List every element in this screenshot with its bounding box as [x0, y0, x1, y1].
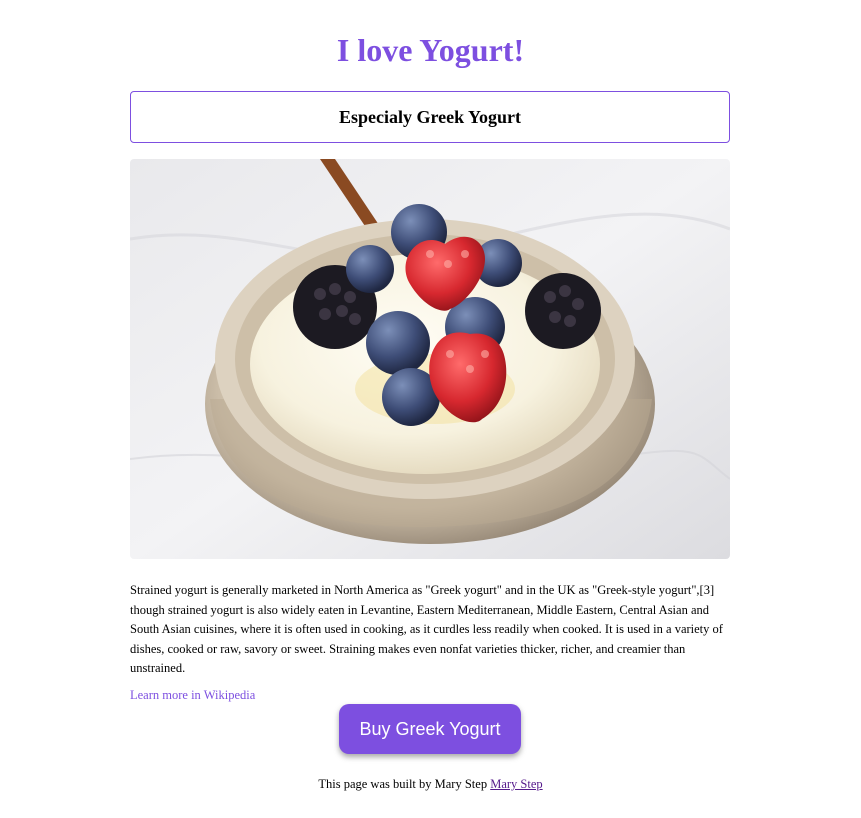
- author-link[interactable]: Mary Step: [490, 777, 542, 791]
- subtitle: Especialy Greek Yogurt: [339, 106, 521, 127]
- yogurt-photo: [130, 159, 730, 559]
- page-title: I love Yogurt!: [336, 32, 525, 68]
- buy-greek-yogurt-button[interactable]: Buy Greek Yogurt: [339, 704, 521, 754]
- footer: This page was built by Mary Step Mary St…: [0, 777, 861, 792]
- description-paragraph: Strained yogurt is generally marketed in…: [130, 583, 723, 675]
- subtitle-box: Especialy Greek Yogurt: [130, 91, 730, 143]
- footer-text: This page was built by Mary Step: [318, 777, 491, 791]
- page: I love Yogurt! Especialy Greek Yogurt St…: [0, 0, 861, 818]
- wikipedia-link[interactable]: Learn more in Wikipedia: [130, 688, 255, 703]
